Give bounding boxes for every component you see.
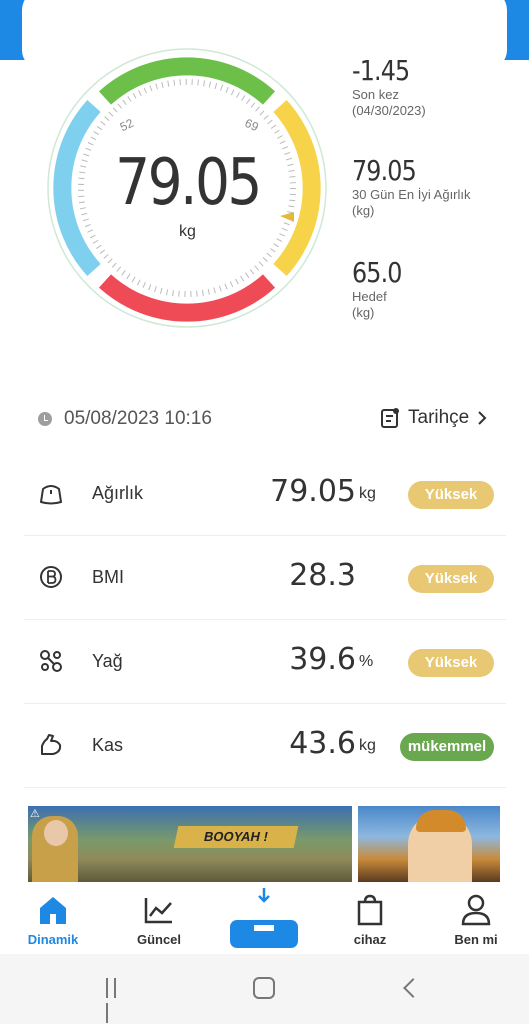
history-label: Tarihçe bbox=[408, 407, 470, 428]
status-badge: Yüksek bbox=[408, 481, 494, 509]
nav-label: Dinamik bbox=[27, 932, 79, 947]
recent-apps-icon[interactable] bbox=[106, 978, 128, 1023]
metric-unit: kg bbox=[359, 737, 376, 754]
stat-sublabel: (04/30/2023) bbox=[352, 103, 426, 118]
metric-row-fat[interactable]: Yağ 39.6 % Yüksek bbox=[24, 620, 506, 704]
nav-dynamic[interactable]: Dinamik bbox=[13, 894, 93, 947]
metric-unit: % bbox=[359, 653, 374, 670]
measurement-info-row: 05/08/2023 10:16 Tarihçe bbox=[38, 405, 508, 435]
nav-label: Ben mi bbox=[454, 932, 498, 947]
bag-icon bbox=[357, 894, 383, 926]
weight-gauge: 52 69 79.05 kg bbox=[40, 38, 335, 338]
clock-icon bbox=[38, 412, 52, 426]
nav-label: cihaz bbox=[353, 932, 387, 947]
person-icon bbox=[461, 894, 491, 926]
ad-banner-left[interactable]: ⚠ BOOYAH ! bbox=[28, 806, 352, 882]
weight-icon bbox=[40, 485, 62, 505]
metric-row-muscle[interactable]: Kas 43.6 kg mükemmel bbox=[24, 704, 506, 788]
status-badge: mükemmel bbox=[400, 733, 494, 761]
stat-label: 30 Gün En İyi Ağırlık bbox=[352, 187, 471, 202]
status-badge: Yüksek bbox=[408, 649, 494, 677]
ad-character-image bbox=[32, 816, 78, 882]
history-button[interactable]: Tarihçe bbox=[380, 407, 487, 429]
metric-name: Ağırlık bbox=[92, 483, 144, 503]
ad-banner-right[interactable] bbox=[358, 806, 500, 882]
stat-target: 65.0 Hedef (kg) bbox=[352, 256, 410, 321]
metric-unit: kg bbox=[359, 485, 376, 502]
fat-icon bbox=[40, 650, 62, 672]
gauge-value: 79.05 bbox=[115, 146, 262, 220]
stat-best-weight: 79.05 30 Gün En İyi Ağırlık (kg) bbox=[352, 154, 471, 219]
metric-value: 39.6 bbox=[289, 642, 356, 677]
nav-device[interactable]: cihaz bbox=[330, 894, 410, 947]
measurement-datetime: 05/08/2023 10:16 bbox=[64, 408, 212, 429]
nav-measure-button[interactable] bbox=[226, 886, 302, 950]
gauge-unit: kg bbox=[179, 223, 196, 240]
back-icon[interactable] bbox=[403, 978, 423, 998]
history-icon bbox=[381, 408, 399, 428]
muscle-icon bbox=[41, 734, 62, 755]
metric-value: 43.6 bbox=[289, 726, 356, 761]
stat-last-change: -1.45 Son kez (04/30/2023) bbox=[352, 54, 426, 119]
scale-icon bbox=[230, 888, 298, 948]
home-icon bbox=[40, 897, 66, 924]
nav-current[interactable]: Güncel bbox=[119, 894, 199, 947]
stat-label: Hedef bbox=[352, 289, 387, 304]
system-navigation-bar bbox=[0, 954, 529, 1024]
ad-character-image bbox=[408, 810, 472, 882]
chart-icon bbox=[144, 898, 172, 924]
stat-value: 79.05 bbox=[352, 154, 417, 187]
bottom-navigation: Dinamik Güncel cihaz Ben mi bbox=[0, 882, 529, 954]
warning-icon: ⚠ bbox=[30, 808, 40, 820]
nav-label: Güncel bbox=[136, 932, 182, 947]
stat-sublabel: (kg) bbox=[352, 305, 375, 320]
nav-profile[interactable]: Ben mi bbox=[436, 894, 516, 947]
metric-value: 28.3 bbox=[289, 558, 356, 593]
bmi-icon bbox=[40, 566, 62, 588]
metric-name: BMI bbox=[92, 567, 125, 587]
metric-value: 79.05 bbox=[270, 474, 356, 509]
stat-value: 65.0 bbox=[352, 256, 402, 289]
metric-name: Kas bbox=[92, 735, 124, 755]
ad-banner-text: BOOYAH ! bbox=[173, 826, 299, 848]
metric-name: Yağ bbox=[92, 651, 123, 671]
stat-sublabel: (kg) bbox=[352, 203, 375, 218]
chevron-right-icon bbox=[478, 411, 487, 425]
status-badge: Yüksek bbox=[408, 565, 494, 593]
metric-row-bmi[interactable]: BMI 28.3 Yüksek bbox=[24, 536, 506, 620]
home-button-icon[interactable] bbox=[253, 977, 275, 999]
stat-value: -1.45 bbox=[352, 54, 410, 87]
stat-label: Son kez bbox=[352, 87, 399, 102]
metric-row-weight[interactable]: Ağırlık 79.05 kg Yüksek bbox=[24, 452, 506, 536]
